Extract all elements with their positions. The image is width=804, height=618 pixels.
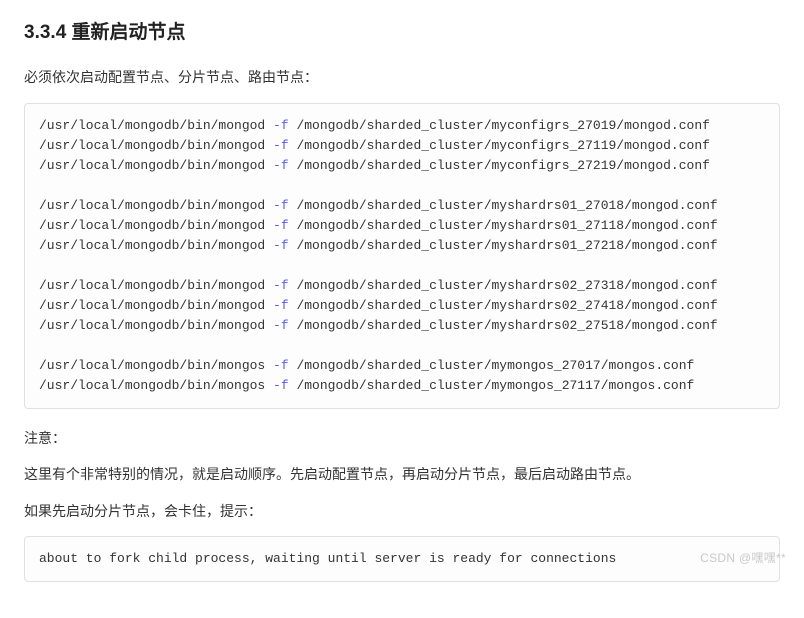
note-label: 注意： bbox=[24, 427, 780, 449]
code-line: /usr/local/mongodb/bin/mongod -f /mongod… bbox=[39, 118, 710, 133]
note-warn: 如果先启动分片节点，会卡住，提示： bbox=[24, 500, 780, 522]
code-line: /usr/local/mongodb/bin/mongod -f /mongod… bbox=[39, 278, 718, 293]
hang-message-code-block: about to fork child process, waiting unt… bbox=[24, 536, 780, 582]
code-line: /usr/local/mongodb/bin/mongod -f /mongod… bbox=[39, 138, 710, 153]
commands-code-block: /usr/local/mongodb/bin/mongod -f /mongod… bbox=[24, 103, 780, 409]
code-line: /usr/local/mongodb/bin/mongod -f /mongod… bbox=[39, 158, 710, 173]
code-line: about to fork child process, waiting unt… bbox=[39, 551, 616, 566]
code-line: /usr/local/mongodb/bin/mongod -f /mongod… bbox=[39, 218, 718, 233]
note-body: 这里有个非常特别的情况，就是启动顺序。先启动配置节点，再启动分片节点，最后启动路… bbox=[24, 463, 780, 485]
watermark-text: CSDN @嘿嘿** bbox=[700, 549, 786, 568]
code-line: /usr/local/mongodb/bin/mongos -f /mongod… bbox=[39, 358, 694, 373]
section-heading: 3.3.4 重新启动节点 bbox=[24, 18, 780, 48]
code-line: /usr/local/mongodb/bin/mongod -f /mongod… bbox=[39, 198, 718, 213]
code-line: /usr/local/mongodb/bin/mongos -f /mongod… bbox=[39, 378, 694, 393]
code-line: /usr/local/mongodb/bin/mongod -f /mongod… bbox=[39, 238, 718, 253]
intro-text: 必须依次启动配置节点、分片节点、路由节点： bbox=[24, 66, 780, 88]
code-line: /usr/local/mongodb/bin/mongod -f /mongod… bbox=[39, 298, 718, 313]
code-line: /usr/local/mongodb/bin/mongod -f /mongod… bbox=[39, 318, 718, 333]
